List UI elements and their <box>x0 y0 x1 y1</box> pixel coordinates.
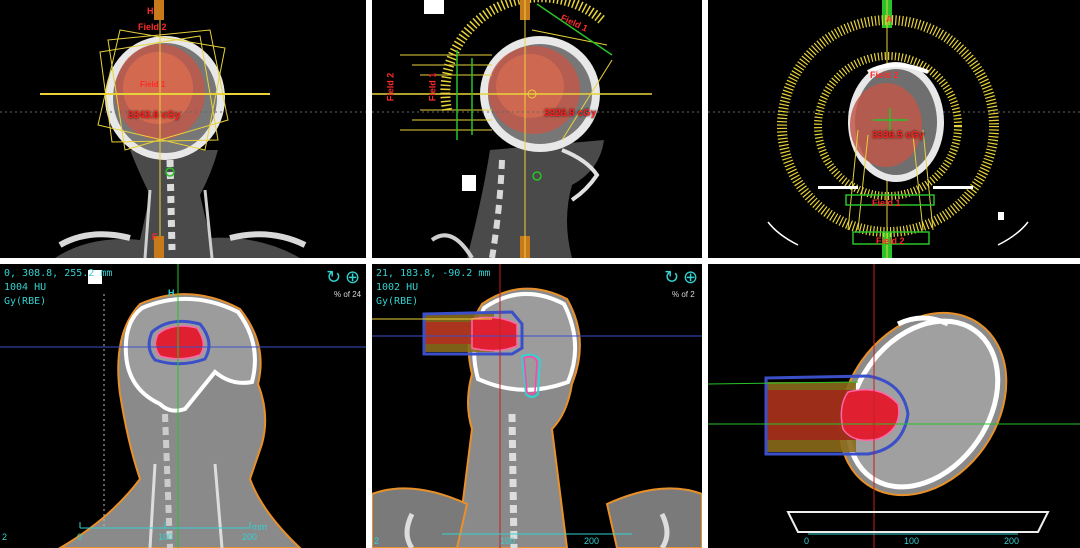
field-label: Field 2 <box>138 22 167 32</box>
sagittal-dose-view[interactable]: 0, 308.8, 255.2 mm 1004 HU Gy(RBE) ↻ ⊕ %… <box>0 264 366 548</box>
field-label: Field 1 <box>427 72 438 102</box>
scale-tick-label: 200 <box>584 536 600 546</box>
percent-label: % of 24 <box>334 290 362 299</box>
coronal-dose-view[interactable]: 21, 183.8, -90.2 mm 1002 HU Gy(RBE) ↻ ⊕ … <box>372 264 702 548</box>
dose-value-label: 3343.6 cGy <box>128 110 181 121</box>
orientation-anterior-label: A <box>886 14 893 24</box>
axial-beam-view[interactable]: A Field 2 3336.5 cGy Field 1 Field 2 <box>708 0 1080 258</box>
field-label: Field 1 <box>872 198 901 208</box>
field-label: Field 2 <box>870 70 899 80</box>
field-label: Field 2 <box>385 72 396 102</box>
dose-unit-label: Gy(RBE) <box>4 296 47 307</box>
scale-tick-label: 0 <box>77 532 83 542</box>
hounsfield-value: 1002 HU <box>376 282 419 293</box>
orientation-head-label: H <box>168 288 175 298</box>
crosshair-icon[interactable]: ⊕ <box>683 268 698 286</box>
scale-tick-label: 100 <box>904 536 920 546</box>
percent-label: % of 2 <box>672 290 695 299</box>
orientation-head-label: H <box>147 6 154 16</box>
hounsfield-value: 1004 HU <box>4 282 47 293</box>
scale-tick-label: 200 <box>242 532 258 542</box>
cursor-coordinates: 0, 308.8, 255.2 mm <box>4 268 113 279</box>
scale-tick-label: 100 <box>500 536 516 546</box>
dose-value-label: 3326.9 cGy <box>544 108 597 119</box>
axial-beam-image <box>708 0 1080 258</box>
dose-value-label: 3336.5 cGy <box>872 130 925 141</box>
field-label: Field 2 <box>876 236 905 246</box>
field-label: Field 1 <box>140 80 166 89</box>
cursor-coordinates: 21, 183.8, -90.2 mm <box>376 268 491 279</box>
scale-tick-label: 100 <box>158 532 174 542</box>
coronal-dose-image <box>372 264 702 548</box>
corner-label: 2 <box>2 532 8 542</box>
crosshair-icon[interactable]: ⊕ <box>345 268 360 286</box>
corner-label: 2 <box>374 536 380 546</box>
axial-dose-image <box>708 264 1080 548</box>
scale-tick-label: 200 <box>1004 536 1020 546</box>
coronal-beam-image <box>0 0 366 258</box>
coronal-beam-view[interactable]: H Field 2 Field 1 3343.6 cGy F <box>0 0 366 258</box>
scale-unit: mm <box>252 522 267 532</box>
sagittal-dose-image <box>0 264 366 548</box>
axial-dose-view[interactable]: 0 100 200 <box>708 264 1080 548</box>
dose-unit-label: Gy(RBE) <box>376 296 419 307</box>
rotate-icon[interactable]: ↻ <box>326 268 341 286</box>
sagittal-beam-image <box>372 0 702 258</box>
rotate-icon[interactable]: ↻ <box>664 268 679 286</box>
scale-tick-label: 0 <box>804 536 810 546</box>
sagittal-beam-view[interactable]: Field 1 Field 2 Field 1 3326.9 cGy <box>372 0 702 258</box>
orientation-foot-label: F <box>152 232 158 242</box>
